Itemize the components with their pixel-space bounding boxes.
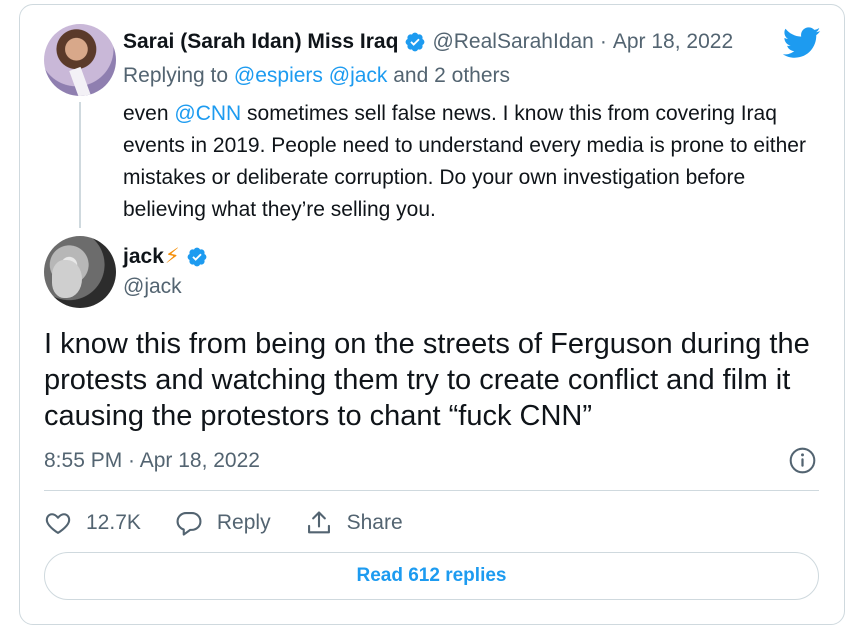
info-icon[interactable] [789, 447, 816, 474]
main-author-name[interactable]: jack [123, 245, 164, 269]
tweet-actions-bar: 12.7K Reply Share [44, 506, 437, 540]
verified-badge-icon [406, 32, 425, 52]
reply-button[interactable]: Reply [175, 509, 271, 537]
twitter-bird-icon[interactable] [783, 27, 821, 59]
lightning-emoji: ⚡ [164, 245, 180, 268]
thread-line [79, 102, 81, 228]
main-author-name-row[interactable]: jack ⚡ [123, 244, 214, 269]
header-separator: · [599, 30, 607, 53]
replying-mentions[interactable]: @espiers @jack [234, 64, 388, 87]
main-tweet-text: I know this from being on the streets of… [44, 328, 810, 432]
share-button[interactable]: Share [305, 509, 403, 537]
verified-badge-icon [187, 247, 207, 266]
reply-tweet-header: Sarai (Sarah Idan) Miss Iraq @RealSarahI… [123, 30, 733, 54]
reply-tweet-date[interactable]: Apr 18, 2022 [613, 30, 733, 54]
reply-author-avatar[interactable] [44, 24, 116, 96]
reply-icon [176, 512, 202, 536]
replying-to-line: Replying to @espiers @jack and 2 others [123, 64, 510, 88]
heart-icon [45, 513, 71, 534]
reply-text-start: even [123, 102, 175, 125]
main-tweet-timestamp[interactable]: 8:55 PM · Apr 18, 2022 [44, 449, 260, 473]
reply-label: Reply [216, 511, 271, 534]
read-replies-button[interactable]: Read 612 replies [44, 552, 819, 600]
main-author-avatar[interactable] [44, 236, 116, 308]
reply-author-handle[interactable]: @RealSarahIdan [432, 30, 593, 54]
reply-tweet-text: even @CNN sometimes sell false news. I k… [123, 98, 823, 226]
like-button[interactable]: 12.7K [44, 509, 141, 537]
reply-author-name[interactable]: Sarai (Sarah Idan) Miss Iraq [123, 30, 398, 54]
replying-suffix[interactable]: and 2 others [387, 64, 510, 87]
actions-divider [44, 490, 819, 491]
main-author-handle[interactable]: @jack [123, 275, 182, 299]
replying-prefix: Replying to [123, 64, 234, 87]
cnn-mention-link[interactable]: @CNN [174, 102, 241, 125]
like-count: 12.7K [86, 511, 141, 534]
share-label: Share [346, 511, 403, 534]
share-icon [307, 511, 330, 534]
